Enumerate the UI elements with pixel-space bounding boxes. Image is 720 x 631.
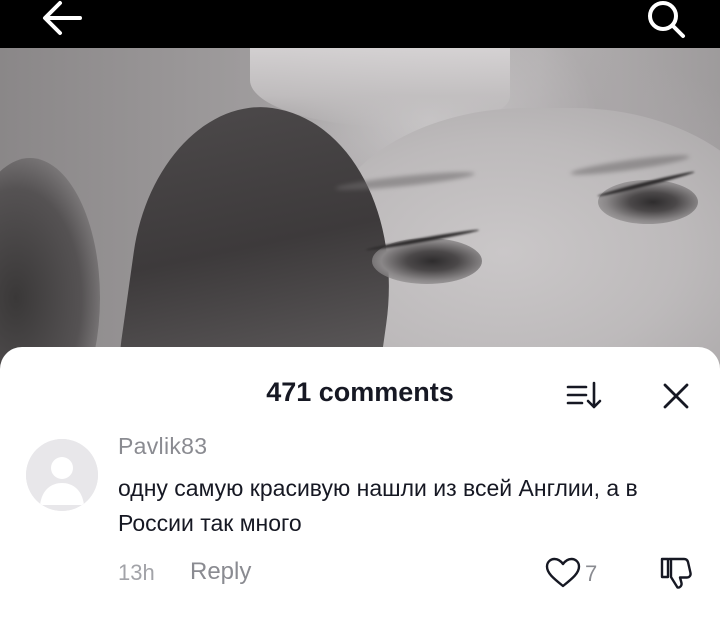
comment-username[interactable]: Pavlik83 [118,433,207,460]
avatar[interactable] [26,439,98,511]
search-icon [648,1,685,38]
video-hair [106,91,414,378]
like-count: 7 [585,561,598,586]
video-shadow-left [0,158,100,378]
comment-timestamp: 13h [118,560,155,585]
comments-sheet: 471 comments Pavlik83 одну самую красиву… [0,347,720,631]
video-frame[interactable] [0,48,720,378]
screen: 471 comments Pavlik83 одну самую красиву… [0,0,720,631]
sort-button[interactable] [564,379,604,413]
video-eye-right [598,180,698,224]
arrow-left-icon [43,1,82,35]
close-button[interactable] [656,379,696,413]
close-icon [663,383,689,409]
comments-count-title: 471 comments [266,377,454,407]
default-avatar-icon [26,439,98,511]
sort-icon [566,381,602,409]
thumbs-down-icon [660,557,692,589]
top-bar [0,0,720,48]
back-button[interactable] [38,0,86,40]
heart-outline-icon [545,557,581,588]
like-button[interactable] [543,555,583,591]
comment-text: одну самую красивую нашли из всей Англии… [118,475,638,536]
dislike-button[interactable] [656,555,696,591]
reply-button[interactable]: Reply [190,558,251,586]
comment-item: Pavlik83 одну самую красивую нашли из вс… [0,427,720,627]
search-button[interactable] [642,0,690,40]
